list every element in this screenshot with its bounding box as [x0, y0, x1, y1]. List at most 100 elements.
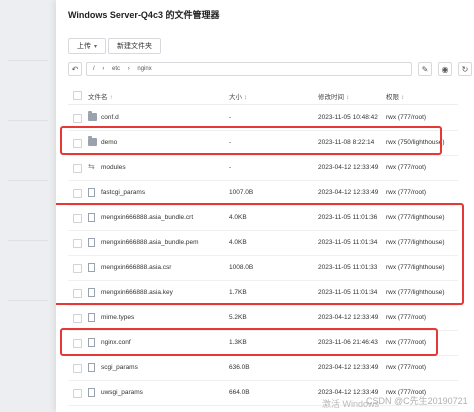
breadcrumb-nginx[interactable]: nginx — [137, 66, 151, 72]
chevron-down-icon: ▾ — [94, 44, 98, 50]
table-row[interactable]: demo - 2023-11-08 8:22:14 rwx (750/light… — [68, 131, 458, 156]
file-modified: 2023-04-12 12:33:49 — [318, 364, 379, 371]
file-name[interactable]: mengxin666888.asia_bundle.pem — [101, 239, 199, 246]
table-row[interactable]: mime.types 5.2KB 2023-04-12 12:33:49 rwx… — [68, 306, 458, 331]
row-checkbox[interactable] — [73, 139, 82, 148]
left-panel — [0, 0, 56, 412]
row-checkbox[interactable] — [73, 289, 82, 298]
table-row[interactable]: scgi_params 636.0B 2023-04-12 12:33:49 r… — [68, 356, 458, 381]
table-row[interactable]: mengxin666888.asia.key 1.7KB 2023-11-05 … — [68, 281, 458, 306]
breadcrumb-etc[interactable]: etc — [112, 66, 120, 72]
row-checkbox[interactable] — [73, 264, 82, 273]
file-name[interactable]: modules — [101, 164, 126, 171]
permission-column-header[interactable]: 权限 ↕ — [386, 91, 404, 101]
window-title: Windows Server-Q4c3 的文件管理器 — [68, 10, 220, 20]
file-icon — [88, 388, 95, 397]
link-icon: ⇆ — [88, 162, 95, 171]
file-name[interactable]: mengxin666888.asia.csr — [101, 264, 171, 271]
row-checkbox[interactable] — [73, 364, 82, 373]
row-checkbox[interactable] — [73, 239, 82, 248]
folder-icon — [88, 111, 97, 121]
file-icon — [88, 188, 95, 197]
file-icon — [88, 213, 95, 222]
table-row[interactable]: nginx.conf 1.3KB 2023-11-06 21:46:43 rwx… — [68, 331, 458, 356]
file-permission: rwx (777/lighthouse) — [386, 214, 445, 221]
row-checkbox[interactable] — [73, 164, 82, 173]
table-row[interactable]: conf.d - 2023-11-05 10:48:42 rwx (777/ro… — [68, 106, 458, 131]
file-size: 4.0KB — [229, 214, 247, 221]
file-modified: 2023-11-05 11:01:36 — [318, 214, 378, 221]
file-name[interactable]: mengxin666888.asia_bundle.crt — [101, 214, 193, 221]
file-name[interactable]: mengxin666888.asia.key — [101, 289, 173, 296]
file-permission: rwx (777/root) — [386, 339, 427, 346]
file-permission: rwx (777/root) — [386, 164, 427, 171]
select-all-checkbox[interactable] — [73, 91, 82, 100]
table-row[interactable]: ⇆ modules - 2023-04-12 12:33:49 rwx (777… — [68, 156, 458, 181]
new-folder-button[interactable]: 新建文件夹 — [108, 38, 161, 54]
file-name[interactable]: fastcgi_params — [101, 189, 145, 196]
sort-icon: ↑ — [109, 95, 113, 101]
breadcrumb-separator: › — [102, 66, 105, 72]
table-row[interactable]: fastcgi_params 1007.0B 2023-04-12 12:33:… — [68, 181, 458, 206]
file-modified: 2023-04-12 12:33:49 — [318, 189, 379, 196]
name-column-header[interactable]: 文件名 ↑ — [88, 91, 113, 101]
row-checkbox[interactable] — [73, 114, 82, 123]
file-size: 1.7KB — [229, 289, 247, 296]
breadcrumb-separator: › — [127, 66, 130, 72]
file-modified: 2023-11-06 21:46:43 — [318, 339, 378, 346]
divider — [8, 300, 48, 301]
upload-button[interactable]: 上传 ▾ — [68, 38, 107, 54]
file-size: 664.0B — [229, 389, 250, 396]
file-icon — [88, 288, 95, 297]
divider — [8, 120, 48, 121]
file-permission: rwx (777/lighthouse) — [386, 239, 445, 246]
modified-header-label: 修改时间 — [318, 94, 344, 101]
file-manager-dialog: Windows Server-Q4c3 的文件管理器 上传 ▾ 新建文件夹 ↶ /… — [56, 0, 474, 412]
file-name[interactable]: scgi_params — [101, 364, 138, 371]
upload-label: 上传 — [77, 43, 91, 50]
file-permission: rwx (750/lighthouse) — [386, 139, 445, 146]
file-size: 5.2KB — [229, 314, 247, 321]
file-icon — [88, 238, 95, 247]
size-column-header[interactable]: 大小 ↕ — [229, 91, 247, 101]
file-size: 636.0B — [229, 364, 250, 371]
file-name[interactable]: uwsgi_params — [101, 389, 143, 396]
file-modified: 2023-11-05 10:48:42 — [318, 114, 378, 121]
eye-icon[interactable]: ◉ — [438, 62, 452, 76]
file-permission: rwx (777/root) — [386, 114, 427, 121]
file-name[interactable]: conf.d — [101, 114, 119, 121]
back-icon[interactable]: ↶ — [68, 62, 82, 76]
credit-watermark: CSDN @C先生20190721 — [366, 396, 468, 406]
file-permission: rwx (777/root) — [386, 364, 427, 371]
row-checkbox[interactable] — [73, 314, 82, 323]
sort-icon: ↕ — [401, 95, 404, 101]
file-modified: 2023-04-12 12:33:49 — [318, 314, 379, 321]
row-checkbox[interactable] — [73, 339, 82, 348]
name-header-label: 文件名 — [88, 94, 108, 101]
file-permission: rwx (777/lighthouse) — [386, 289, 445, 296]
file-modified: 2023-04-12 12:33:49 — [318, 164, 379, 171]
breadcrumb[interactable]: / › etc › nginx — [86, 62, 412, 76]
file-icon — [88, 263, 95, 272]
modified-column-header[interactable]: 修改时间 ↕ — [318, 91, 349, 101]
file-name[interactable]: nginx.conf — [101, 339, 131, 346]
file-size: 1.3KB — [229, 339, 247, 346]
divider — [8, 240, 48, 241]
breadcrumb-root[interactable]: / — [93, 66, 95, 72]
file-modified: 2023-11-05 11:01:33 — [318, 264, 378, 271]
file-size: 1007.0B — [229, 189, 254, 196]
row-checkbox[interactable] — [73, 389, 82, 398]
table-header: 文件名 ↑ 大小 ↕ 修改时间 ↕ 权限 ↕ — [68, 86, 458, 105]
file-name[interactable]: demo — [101, 139, 117, 146]
file-name[interactable]: mime.types — [101, 314, 134, 321]
refresh-icon[interactable]: ↻ — [458, 62, 472, 76]
row-checkbox[interactable] — [73, 214, 82, 223]
file-size: - — [229, 114, 232, 121]
table-row[interactable]: mengxin666888.asia_bundle.crt 4.0KB 2023… — [68, 206, 458, 231]
row-checkbox[interactable] — [73, 189, 82, 198]
table-row[interactable]: mengxin666888.asia_bundle.pem 4.0KB 2023… — [68, 231, 458, 256]
file-icon — [88, 313, 95, 322]
table-row[interactable]: mengxin666888.asia.csr 1008.0B 2023-11-0… — [68, 256, 458, 281]
file-modified: 2023-11-05 11:01:34 — [318, 239, 378, 246]
edit-icon[interactable]: ✎ — [418, 62, 432, 76]
